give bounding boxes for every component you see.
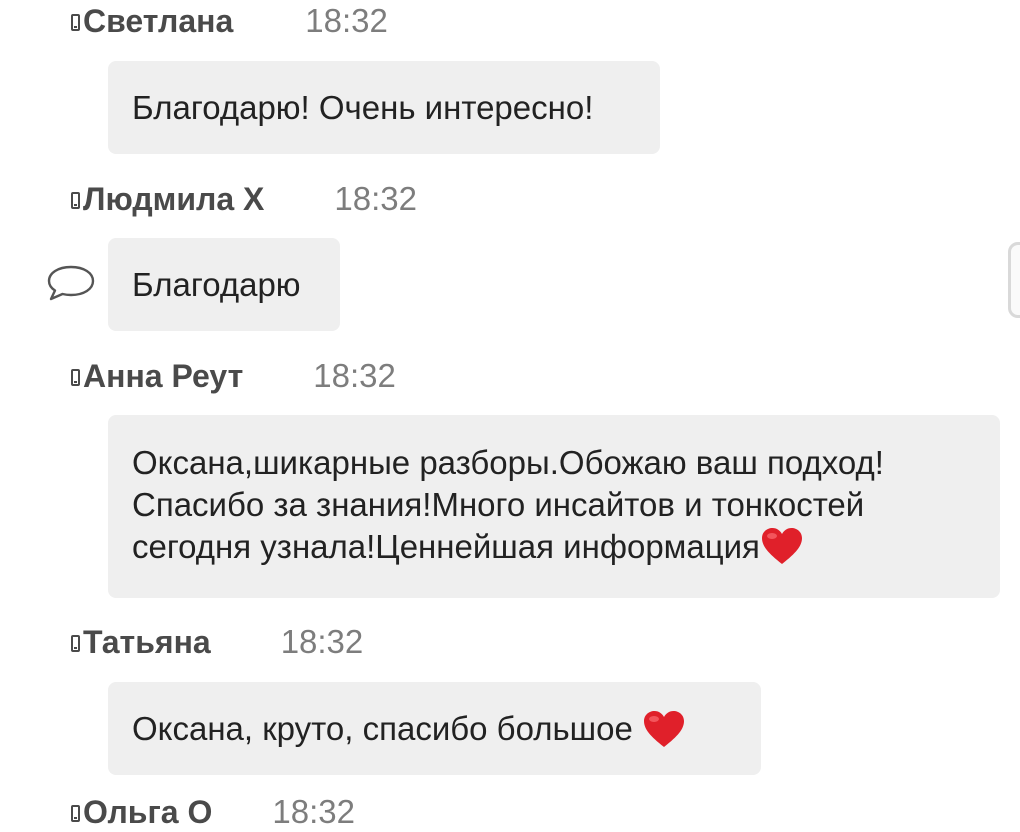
author-name[interactable]: Татьяна	[83, 624, 211, 661]
author-name[interactable]: Ольга О	[83, 794, 212, 831]
message-time: 18:32	[313, 357, 396, 394]
phone-icon	[71, 13, 80, 31]
message-bubble[interactable]: Благодарю	[108, 238, 340, 331]
red-heart-icon	[644, 710, 685, 747]
message-bubble[interactable]: Благодарю! Очень интересно!	[108, 61, 660, 154]
message-text-line: сегодня узнала!Ценнейшая информация	[132, 526, 976, 568]
red-heart-icon	[761, 528, 802, 564]
author-name[interactable]: Людмила Х	[83, 181, 264, 218]
message-time: 18:32	[272, 793, 355, 830]
message-text-line-text: сегодня узнала!Ценнейшая информация	[132, 528, 760, 565]
phone-icon	[71, 368, 80, 386]
message-text-line: Оксана,шикарные разборы.Обожаю ваш подхо…	[132, 444, 884, 481]
message-time: 18:32	[334, 180, 417, 217]
phone-icon	[71, 634, 80, 652]
message-header: Людмила Х 18:32	[71, 179, 417, 219]
message-text: Оксана, круто, спасибо большое	[132, 709, 643, 747]
message-time: 18:32	[280, 623, 364, 660]
author-name[interactable]: Анна Реут	[83, 358, 243, 395]
message-bubble[interactable]: Оксана, круто, спасибо большое	[108, 682, 761, 775]
author-name[interactable]: Светлана	[83, 3, 233, 40]
message-time: 18:32	[305, 2, 388, 39]
phone-icon	[71, 191, 80, 209]
message-header: Светлана 18:32	[71, 1, 388, 41]
message-text: Благодарю	[132, 265, 301, 303]
message-header: Татьяна 18:32	[71, 622, 363, 662]
message-header: Анна Реут 18:32	[71, 356, 396, 396]
message-text: Благодарю! Очень интересно!	[132, 88, 594, 126]
message-header: Ольга О 18:32	[71, 792, 355, 832]
speech-bubble-icon[interactable]	[46, 264, 96, 302]
message-bubble[interactable]: Оксана,шикарные разборы.Обожаю ваш подхо…	[108, 415, 1000, 598]
message-text-line: Спасибо за знания!Много инсайтов и тонко…	[132, 486, 865, 523]
scroll-handle[interactable]	[1008, 242, 1020, 318]
phone-icon	[71, 804, 80, 822]
